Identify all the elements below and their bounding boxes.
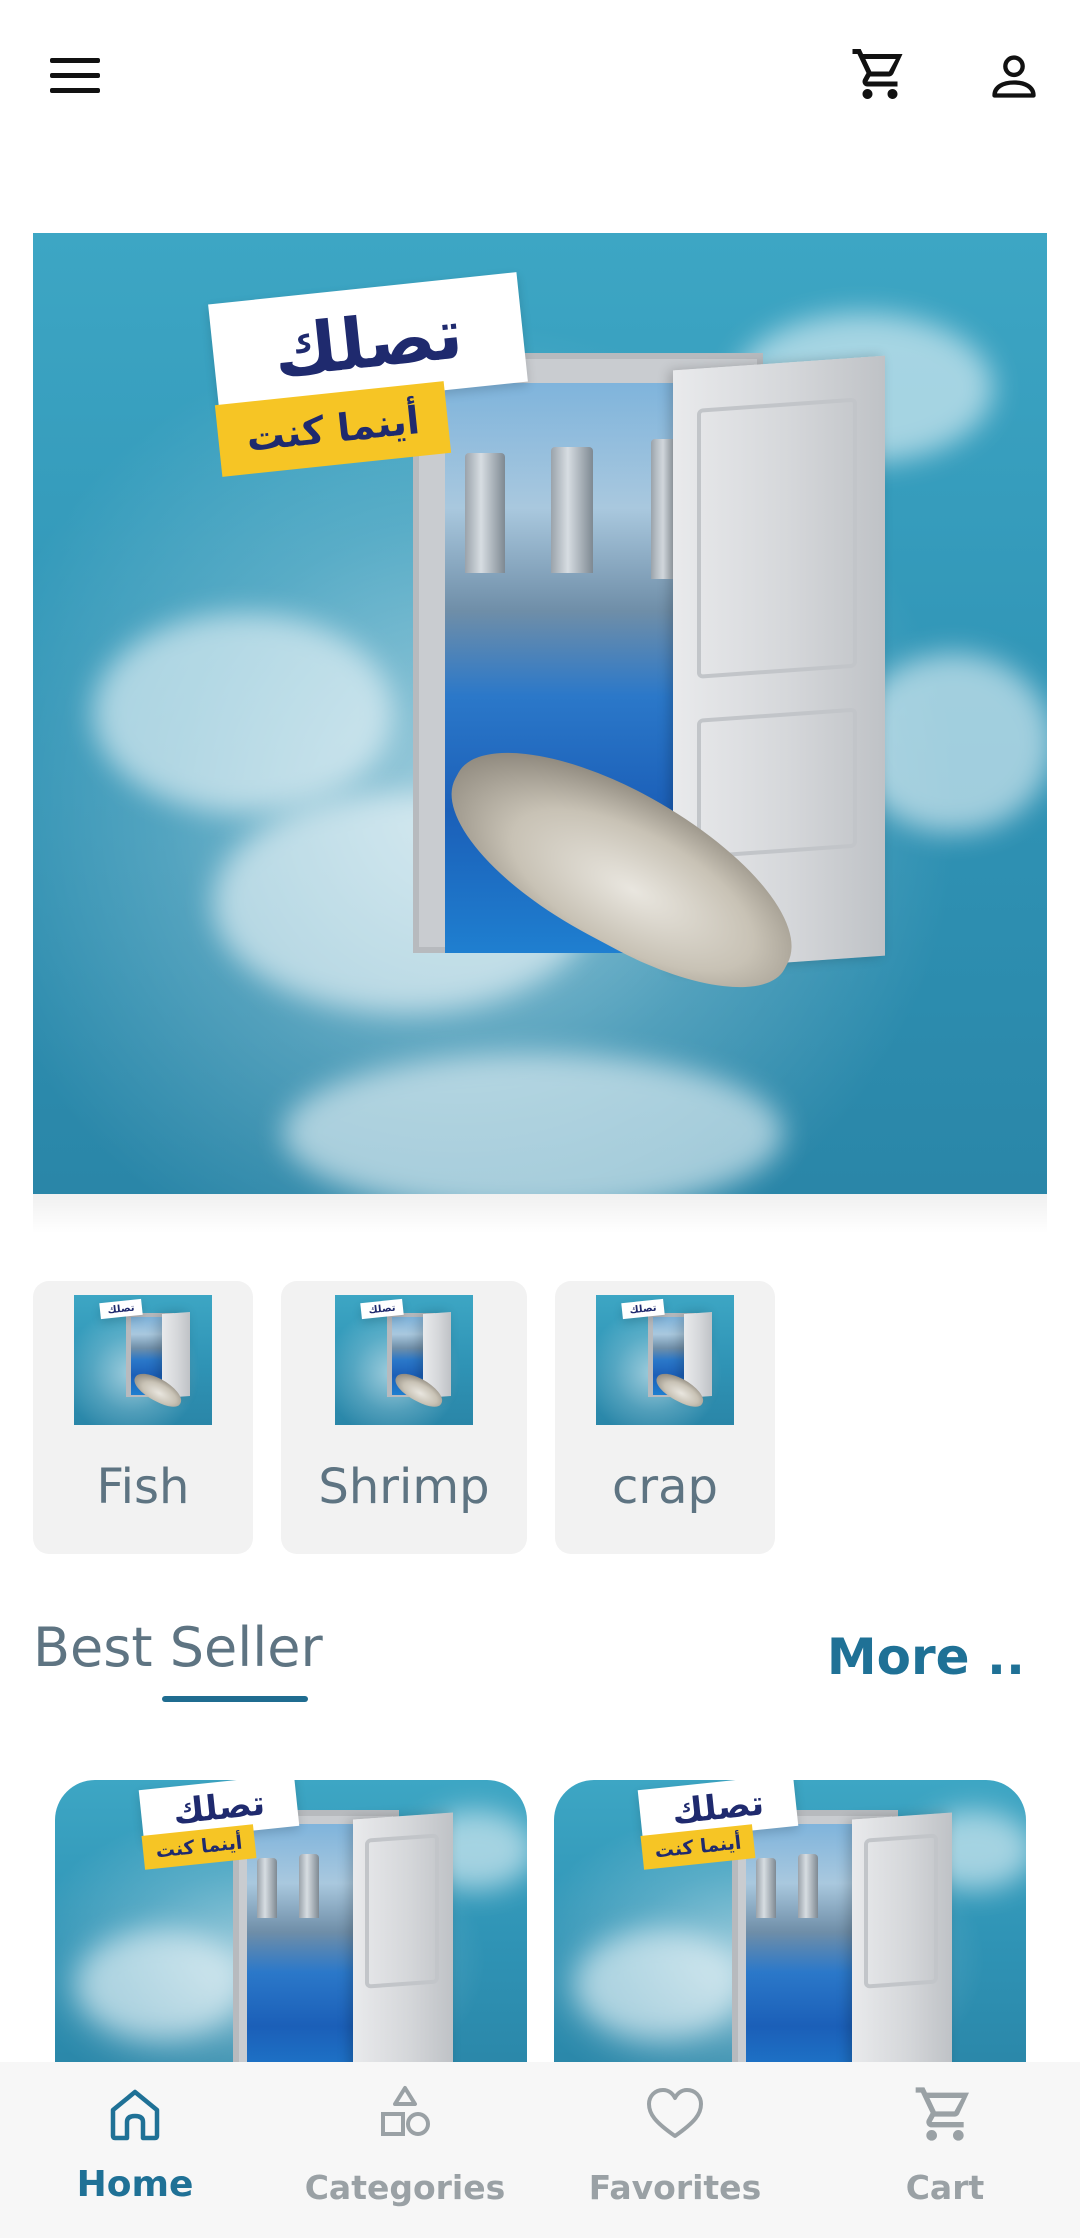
city-tower bbox=[756, 1858, 776, 1918]
door-panel bbox=[697, 397, 857, 679]
city-tower bbox=[257, 1858, 277, 1918]
more-link[interactable]: More .. bbox=[827, 1628, 1025, 1686]
promo-banner[interactable]: تصلك أينما كنت bbox=[33, 233, 1047, 1194]
open-door bbox=[353, 1812, 453, 2080]
door-panel bbox=[697, 707, 857, 859]
door-opening-scene bbox=[247, 1824, 359, 2080]
door-opening-scene bbox=[746, 1824, 858, 2080]
cloud bbox=[93, 613, 393, 813]
nav-label: Cart bbox=[905, 2168, 985, 2207]
nav-home[interactable]: Home bbox=[0, 2062, 270, 2238]
city-tower bbox=[299, 1854, 319, 1918]
category-card-fish[interactable]: تصلك Fish bbox=[33, 1281, 253, 1554]
category-card-crap[interactable]: تصلك crap bbox=[555, 1281, 775, 1554]
shopping-cart-icon bbox=[915, 2087, 969, 2141]
best-seller-title: Best Seller bbox=[33, 1616, 323, 1679]
product-card[interactable]: تصلك أينما كنت bbox=[554, 1780, 1026, 2080]
product-card[interactable]: تصلك أينما كنت bbox=[55, 1780, 527, 2080]
nav-cart[interactable]: Cart bbox=[810, 2062, 1080, 2238]
nav-favorites[interactable]: Favorites bbox=[540, 2062, 810, 2238]
category-thumbnail: تصلك bbox=[596, 1295, 734, 1425]
cloud bbox=[75, 1930, 245, 2040]
category-thumbnail: تصلك bbox=[74, 1295, 212, 1425]
cart-button[interactable] bbox=[842, 36, 918, 112]
profile-button[interactable] bbox=[976, 38, 1052, 114]
heart-icon bbox=[647, 2088, 703, 2138]
cloud bbox=[574, 1930, 744, 2040]
nav-label: Favorites bbox=[588, 2168, 762, 2207]
menu-button[interactable] bbox=[40, 40, 112, 112]
category-label: Shrimp bbox=[318, 1459, 490, 1515]
top-app-bar bbox=[0, 0, 1080, 150]
hamburger-menu-icon bbox=[50, 58, 100, 93]
home-icon bbox=[110, 2089, 160, 2141]
category-list: تصلك Fish تصلك Shrimp تصلك crap bbox=[33, 1281, 775, 1554]
category-thumbnail: تصلك bbox=[335, 1295, 473, 1425]
door-panel bbox=[864, 1833, 938, 1989]
category-label: Fish bbox=[96, 1459, 190, 1515]
user-profile-icon bbox=[992, 55, 1036, 98]
city-tower bbox=[551, 447, 593, 573]
city-tower bbox=[798, 1854, 818, 1918]
category-label: crap bbox=[611, 1459, 718, 1515]
nav-label: Categories bbox=[304, 2168, 506, 2207]
door-panel bbox=[365, 1833, 439, 1989]
city-tower bbox=[465, 453, 505, 573]
banner-shadow bbox=[33, 1194, 1047, 1234]
category-card-shrimp[interactable]: تصلك Shrimp bbox=[281, 1281, 527, 1554]
title-underline bbox=[162, 1696, 308, 1702]
bottom-navigation: Home Categories Favorites Cart bbox=[0, 2062, 1080, 2238]
open-door bbox=[852, 1812, 952, 2080]
shapes-icon bbox=[381, 2086, 430, 2136]
nav-label: Home bbox=[76, 2164, 194, 2205]
shopping-cart-icon bbox=[852, 49, 903, 99]
nav-categories[interactable]: Categories bbox=[270, 2062, 540, 2238]
